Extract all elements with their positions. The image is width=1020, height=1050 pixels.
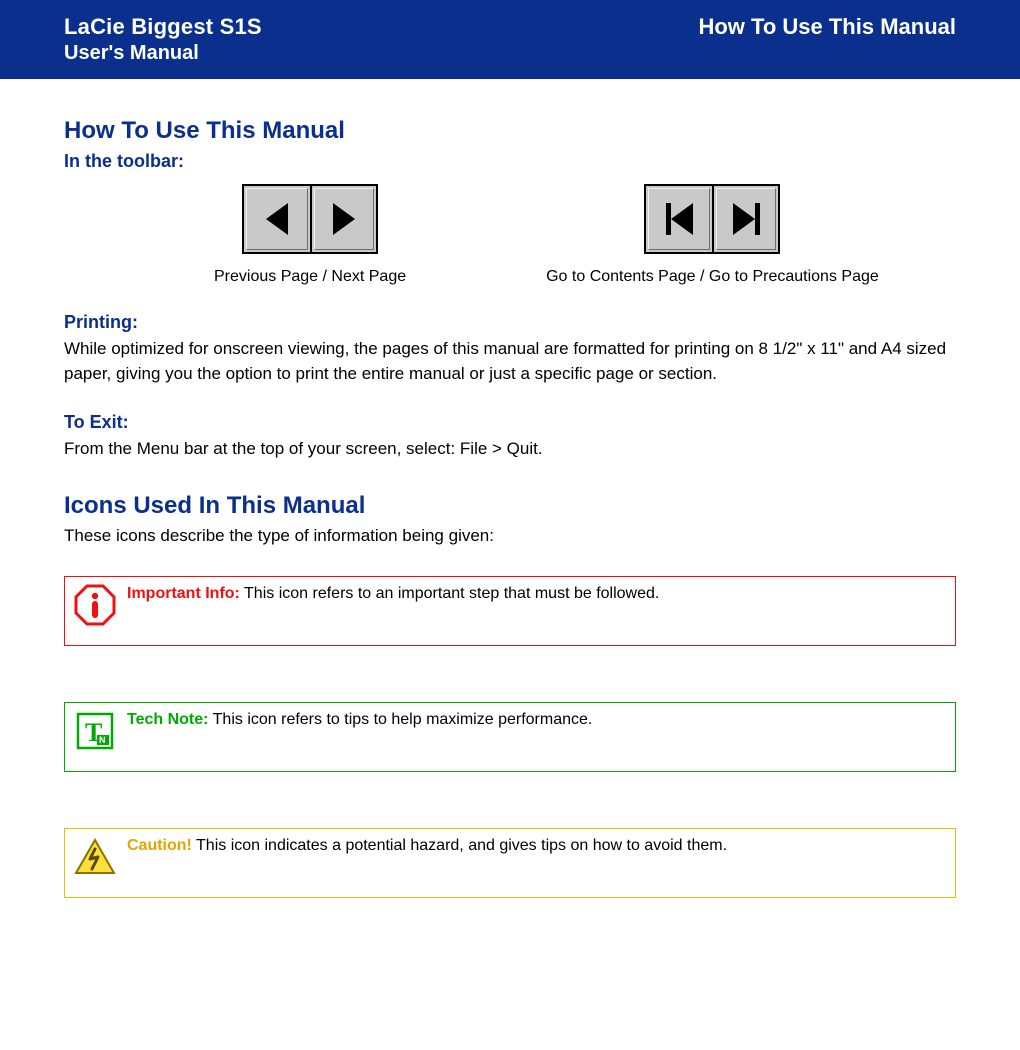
important-text: This icon refers to an important step th…	[240, 585, 659, 602]
important-label: Important Info:	[127, 585, 240, 602]
printing-text: While optimized for onscreen viewing, th…	[64, 337, 956, 386]
exit-subhead: To Exit:	[64, 412, 956, 433]
tech-note-callout: T N N Tech Note: This icon refers to tip…	[64, 702, 956, 772]
icons-intro-text: These icons describe the type of informa…	[64, 526, 956, 546]
prev-next-caption: Previous Page / Next Page	[214, 268, 406, 286]
section-how-to-use: How To Use This Manual	[64, 117, 956, 145]
manual-subtitle: User's Manual	[64, 42, 262, 65]
go-contents-button[interactable]	[646, 186, 712, 252]
tech-note-label: Tech Note:	[127, 711, 208, 728]
page-topic-title: How To Use This Manual	[698, 14, 956, 40]
section-icons-used: Icons Used In This Manual	[64, 492, 956, 520]
toolbar-subhead: In the toolbar:	[64, 151, 956, 172]
triangle-right-icon	[333, 203, 355, 235]
caution-icon	[73, 835, 117, 879]
caution-text: This icon indicates a potential hazard, …	[192, 837, 727, 854]
product-title: LaCie Biggest S1S	[64, 14, 262, 40]
toolbar-illustration: Previous Page / Next Page Go to Contents…	[64, 184, 956, 286]
caution-label: Caution!	[127, 837, 192, 854]
contents-precautions-caption: Go to Contents Page / Go to Precautions …	[546, 268, 879, 286]
triangle-left-icon	[266, 203, 288, 235]
important-info-icon	[73, 583, 117, 627]
go-precautions-button[interactable]	[712, 186, 778, 252]
next-page-button[interactable]	[310, 186, 376, 252]
printing-subhead: Printing:	[64, 312, 956, 333]
last-page-icon	[733, 203, 760, 235]
caution-callout: Caution! This icon indicates a potential…	[64, 828, 956, 898]
svg-text:N: N	[99, 735, 106, 745]
exit-text: From the Menu bar at the top of your scr…	[64, 437, 956, 462]
first-page-icon	[666, 203, 693, 235]
tech-note-icon: T N N	[73, 709, 117, 753]
header-banner: LaCie Biggest S1S User's Manual How To U…	[0, 0, 1020, 79]
prev-page-button[interactable]	[244, 186, 310, 252]
important-info-callout: Important Info: This icon refers to an i…	[64, 576, 956, 646]
tech-note-text: This icon refers to tips to help maximiz…	[208, 711, 592, 728]
